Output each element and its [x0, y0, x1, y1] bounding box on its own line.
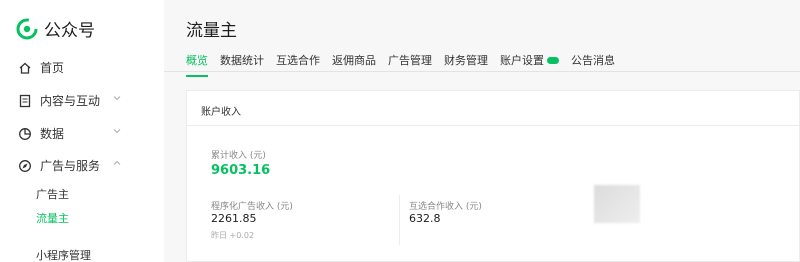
- total-income-label: 累计收入 (元): [211, 151, 266, 161]
- tab-divider: [164, 71, 800, 72]
- sidebar-item-data[interactable]: 数据: [18, 125, 121, 142]
- tab-finance[interactable]: 财务管理: [444, 52, 488, 68]
- pie-chart-icon: [19, 127, 31, 140]
- tab-label: 账户设置: [500, 54, 544, 67]
- tab-overview[interactable]: 概览: [186, 52, 208, 77]
- main-area: 流量主 概览 数据统计 互选合作 返佣商品 广告管理 财务管理 账户设置 公告消…: [164, 0, 800, 262]
- card-divider: [187, 125, 799, 126]
- redacted-area: [594, 185, 640, 223]
- page-title: 流量主: [186, 21, 237, 41]
- document-icon: [19, 94, 31, 107]
- chevron-down-icon: [113, 129, 121, 134]
- mutual-income-label: 互选合作收入 (元): [409, 202, 482, 212]
- tab-ad-management[interactable]: 广告管理: [388, 52, 432, 68]
- programmatic-income-value: 2261.85: [211, 212, 257, 225]
- sidebar-item-label: 广告与服务: [40, 159, 101, 173]
- sidebar-item-home[interactable]: 首页: [18, 59, 64, 76]
- card-title: 账户收入: [201, 107, 241, 118]
- sidebar-item-content[interactable]: 内容与互动: [18, 92, 121, 109]
- brand[interactable]: 公众号: [16, 16, 95, 41]
- sidebar-subitem-publisher[interactable]: 流量主: [36, 210, 69, 226]
- chevron-down-icon: [113, 96, 121, 101]
- sidebar-item-ads[interactable]: 广告与服务: [18, 157, 121, 174]
- tab-bar: 概览 数据统计 互选合作 返佣商品 广告管理 财务管理 账户设置 公告消息: [186, 52, 627, 77]
- total-income-value: 9603.16: [211, 163, 271, 178]
- wechat-mp-logo-icon: [16, 18, 38, 39]
- sidebar-item-label: 首页: [40, 61, 65, 75]
- tab-mutual-cooperation[interactable]: 互选合作: [276, 52, 320, 68]
- brand-name: 公众号: [44, 21, 95, 41]
- programmatic-income-note: 昨日 +0.02: [211, 231, 255, 240]
- new-badge: [547, 56, 559, 64]
- mutual-income-value: 632.8: [409, 212, 441, 225]
- home-icon: [19, 62, 31, 74]
- sidebar-item-label: 内容与互动: [40, 94, 101, 108]
- tab-rebate-products[interactable]: 返佣商品: [332, 52, 376, 68]
- tab-announcements[interactable]: 公告消息: [571, 52, 615, 68]
- compass-icon: [19, 159, 31, 172]
- sidebar-subitem-advertiser[interactable]: 广告主: [36, 186, 69, 202]
- programmatic-income-label: 程序化广告收入 (元): [211, 202, 293, 212]
- sidebar-item-label: 数据: [40, 127, 65, 141]
- tab-data-stats[interactable]: 数据统计: [220, 52, 264, 68]
- sidebar: 公众号 首页 内容与互动 数据 广告与服务 广告主 流量主 小程序管理: [0, 0, 164, 262]
- account-income-card: 账户收入 累计收入 (元) 9603.16 程序化广告收入 (元) 2261.8…: [186, 90, 800, 262]
- tab-account-settings[interactable]: 账户设置: [500, 52, 559, 68]
- sidebar-subitem-miniprogram[interactable]: 小程序管理: [36, 247, 91, 262]
- chevron-up-icon: [113, 160, 121, 165]
- stat-divider: [399, 195, 400, 245]
